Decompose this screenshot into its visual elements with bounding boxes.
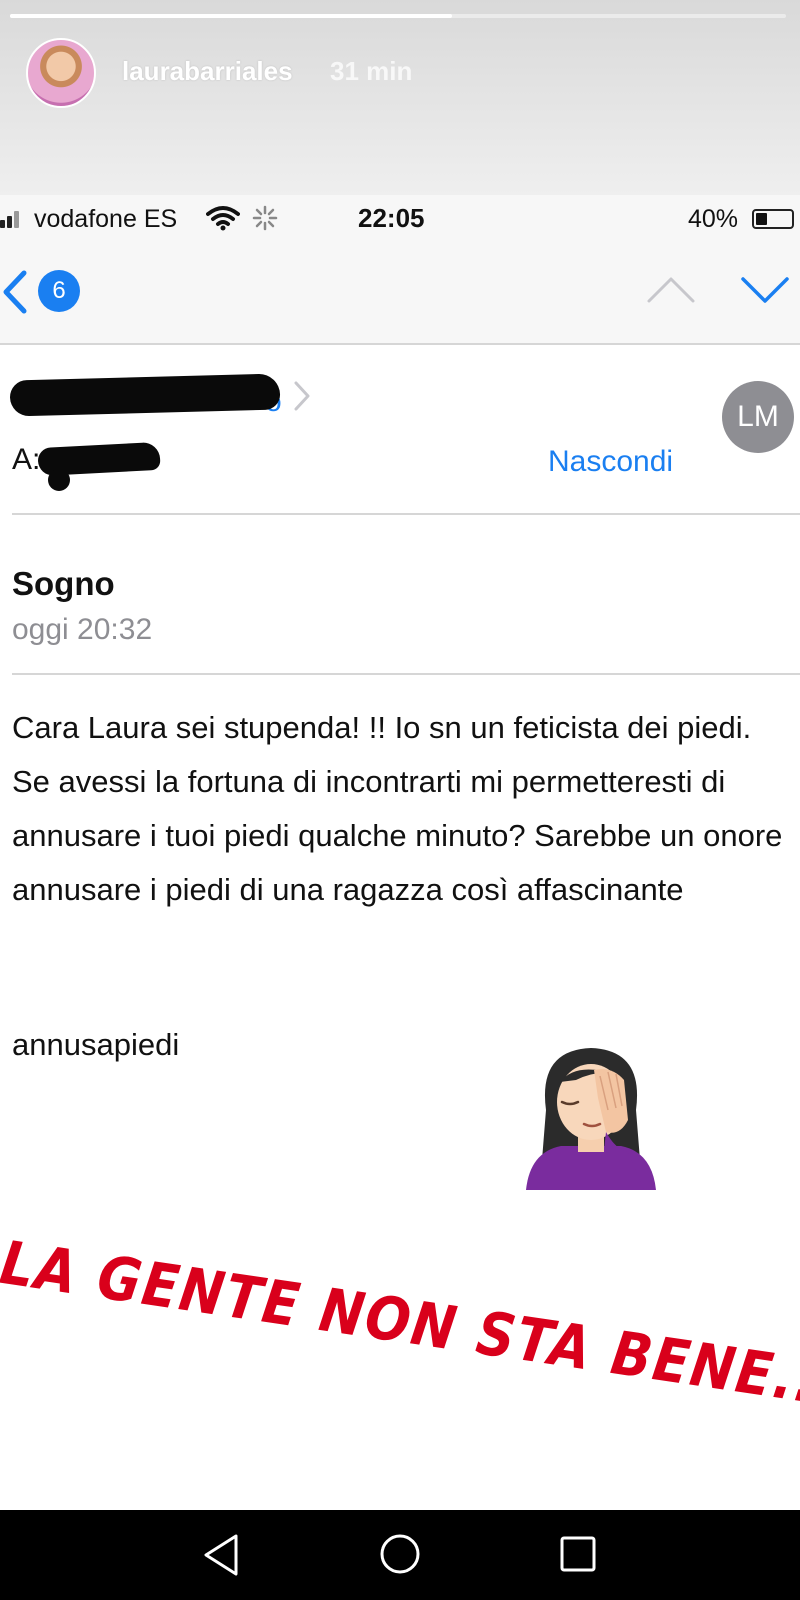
story-username[interactable]: laurabarriales	[122, 56, 293, 87]
wifi-icon	[206, 206, 240, 231]
divider	[12, 673, 800, 675]
battery-icon	[752, 209, 794, 229]
story-header: laurabarriales 31 min	[0, 0, 800, 195]
carrier-name: vodafone ES	[34, 205, 178, 233]
more-options-icon[interactable]	[740, 1440, 756, 1480]
facepalm-emoji-icon	[526, 1048, 656, 1190]
story-progress-fill	[10, 14, 453, 18]
story-time-ago: 31 min	[330, 56, 413, 86]
activity-spinner-icon	[252, 205, 278, 231]
unread-count-badge[interactable]: 6	[38, 270, 80, 312]
up-arrow-icon[interactable]	[646, 275, 696, 305]
mail-subject: Sogno	[12, 565, 115, 602]
mail-date: oggi 20:32	[12, 613, 153, 646]
ios-status-bar: vodafone ES 22:05 40%	[0, 195, 800, 245]
android-nav-bar	[0, 1510, 800, 1600]
nav-back-icon[interactable]	[200, 1532, 244, 1578]
story-progress-bar	[10, 14, 786, 18]
back-chevron-icon[interactable]	[0, 267, 30, 317]
mail-signature: annusapiedi	[12, 1027, 180, 1062]
battery-level-fill	[756, 213, 768, 225]
divider	[12, 513, 800, 515]
status-clock: 22:05	[358, 203, 425, 233]
mail-nav-bar: 6	[0, 245, 800, 345]
nav-recent-apps-icon[interactable]	[558, 1534, 598, 1574]
down-arrow-icon[interactable]	[740, 275, 790, 305]
nav-home-icon[interactable]	[378, 1532, 422, 1576]
hide-details-link[interactable]: Nascondi	[548, 445, 673, 479]
send-message-icon[interactable]	[584, 1430, 644, 1486]
to-label: A:	[12, 443, 41, 476]
battery-percent: 40%	[688, 205, 739, 233]
signal-bars-icon	[0, 210, 26, 228]
sender-avatar[interactable]: LM	[722, 381, 794, 453]
story-avatar[interactable]	[26, 38, 96, 108]
redaction-scribble	[9, 373, 281, 417]
chevron-right-icon[interactable]	[292, 379, 312, 413]
mail-body: Cara Laura sei stupenda! !! Io sn un fet…	[12, 710, 783, 907]
redaction-scribble	[48, 469, 70, 491]
